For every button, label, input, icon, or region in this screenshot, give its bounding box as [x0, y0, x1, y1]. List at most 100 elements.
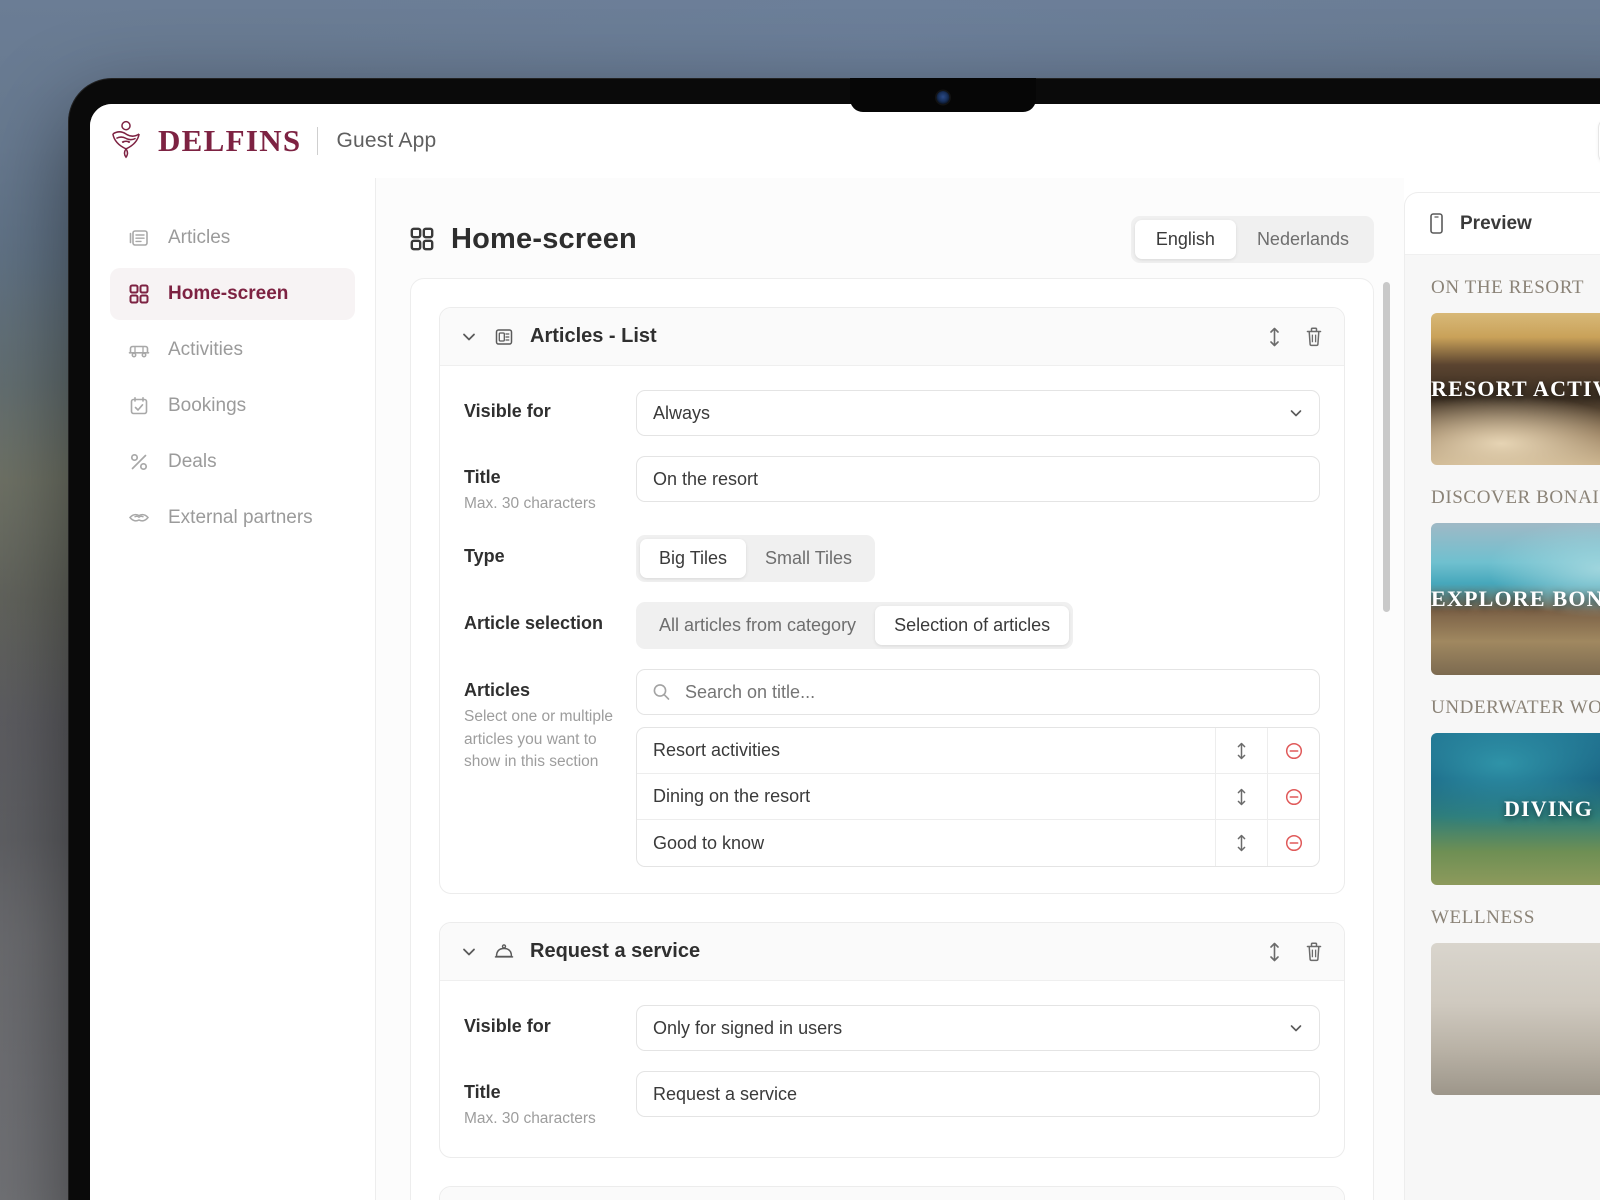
brand-logo[interactable]: DELFINS [104, 120, 301, 162]
remove-article-icon[interactable] [1267, 728, 1319, 774]
chevron-down-icon [1288, 405, 1304, 421]
section-header[interactable]: Articles - List [440, 308, 1344, 366]
field-label-text: Visible for [464, 401, 551, 421]
field-control: On the resort [636, 456, 1320, 502]
visible-for-value[interactable]: Only for signed in users [636, 1005, 1320, 1052]
grid-icon [128, 283, 150, 305]
chevron-down-icon[interactable] [460, 943, 478, 961]
preview-section-heading: ON THE RESORT [1431, 277, 1585, 298]
field-label: Type [464, 535, 636, 567]
delete-icon[interactable] [1304, 326, 1324, 348]
field-control: Always [636, 390, 1320, 436]
sidebar-item-label: Home-screen [168, 283, 289, 304]
drag-handle-icon[interactable] [1267, 326, 1282, 348]
field-hint-text: Max. 30 characters [464, 495, 596, 512]
field-label: Articles Select one or multiple articles… [464, 669, 636, 773]
chevron-down-icon[interactable] [460, 328, 478, 346]
reorder-handle-icon[interactable] [1215, 774, 1267, 820]
section-card-request-a-service: Request a service Visible for Only for s… [439, 922, 1345, 1158]
preview-tile[interactable] [1431, 943, 1600, 1095]
type-option-small-tiles[interactable]: Small Tiles [746, 539, 871, 578]
language-toggle[interactable]: English Nederlands [1130, 215, 1374, 263]
sidebar-item-label: Activities [168, 339, 243, 360]
selected-articles-list: Resort activities Dining on the resort G… [636, 727, 1320, 868]
app-label: Guest App [336, 129, 437, 152]
type-option-big-tiles[interactable]: Big Tiles [640, 539, 747, 579]
article-selection-option-selection[interactable]: Selection of articles [875, 606, 1070, 646]
list-item[interactable]: Dining on the resort [637, 774, 1319, 821]
search-icon [652, 683, 671, 702]
drag-handle-icon[interactable] [1267, 941, 1282, 963]
camera-icon [936, 91, 950, 104]
section-card-articles-list-2: Articles - List [439, 1185, 1345, 1200]
sidebar-item-deals[interactable]: Deals [110, 436, 355, 488]
articles-search-input[interactable] [636, 669, 1320, 716]
title-input[interactable]: On the resort [636, 456, 1320, 502]
preview-tile[interactable]: RESORT ACTIVITIES [1431, 313, 1600, 465]
visible-for-value[interactable]: Always [636, 390, 1320, 436]
reorder-handle-icon[interactable] [1215, 820, 1267, 867]
page-title-wrap: Home-screen [410, 223, 637, 256]
sidebar-item-label: Bookings [168, 395, 247, 416]
field-article-selection: Article selection All articles from cate… [464, 602, 1320, 650]
field-control: All articles from category Selection of … [636, 602, 1320, 650]
phone-icon [1427, 212, 1446, 235]
field-label-text: Article selection [464, 613, 604, 634]
main-content: Home-screen English Nederlands Articles … [376, 178, 1404, 1200]
sidebar-item-articles[interactable]: Articles [110, 212, 355, 264]
language-option-english[interactable]: English [1134, 219, 1236, 259]
sidebar-item-label: Articles [168, 227, 231, 248]
article-selection-segmented-control[interactable]: All articles from category Selection of … [636, 602, 1074, 650]
section-header[interactable]: Articles - List [440, 1186, 1344, 1200]
reorder-handle-icon[interactable] [1215, 728, 1267, 774]
article-selection-option-all-from-category[interactable]: All articles from category [640, 606, 875, 645]
visible-for-select[interactable]: Always [636, 390, 1320, 436]
chevron-down-icon [1288, 1020, 1304, 1036]
preview-tile-caption: DIVING [1503, 796, 1594, 821]
preview-tile[interactable]: EXPLORE BONAIRE'S FLAVOURS [1431, 523, 1600, 675]
visible-for-select[interactable]: Only for signed in users [636, 1005, 1320, 1052]
article-block-icon [494, 328, 514, 346]
article-name: Resort activities [653, 740, 781, 761]
field-label: Title Max. 30 characters [464, 456, 636, 515]
type-segmented-control[interactable]: Big Tiles Small Tiles [636, 535, 876, 583]
sidebar-item-bookings[interactable]: Bookings [110, 380, 355, 432]
list-item[interactable]: Resort activities [637, 728, 1319, 775]
preview-tile[interactable]: DIVING [1431, 733, 1600, 885]
field-label-text: Title [464, 467, 501, 487]
sidebar-item-label: Deals [168, 451, 217, 472]
app-body: Articles Home-screen Activities Bookings… [90, 178, 1600, 1200]
preview-section-heading: UNDERWATER WORLD [1431, 697, 1600, 718]
field-label-text: Visible for [464, 1016, 551, 1037]
title-input[interactable]: Request a service [636, 1071, 1320, 1118]
scrollbar-thumb[interactable] [1383, 282, 1390, 612]
language-option-nederlands[interactable]: Nederlands [1236, 220, 1370, 259]
percent-icon [128, 451, 150, 473]
section-card-articles-list-1: Articles - List Visible for Always Title… [439, 307, 1345, 895]
section-body: Visible for Only for signed in users Tit… [440, 981, 1344, 1156]
field-visible-for: Visible for Only for signed in users [464, 1005, 1320, 1052]
preview-tile-caption: RESORT ACTIVITIES [1431, 376, 1600, 401]
jeep-icon [128, 339, 150, 361]
field-visible-for: Visible for Always [464, 390, 1320, 436]
remove-article-icon[interactable] [1267, 774, 1319, 820]
app-header: DELFINS Guest App [90, 104, 1600, 178]
section-header[interactable]: Request a service [440, 923, 1344, 982]
sidebar-item-home-screen[interactable]: Home-screen [110, 268, 355, 320]
articles-search-box [636, 669, 1320, 716]
preview-panel: Preview ON THE RESORT RESORT ACTIVITIES … [1404, 192, 1600, 1200]
field-control: Resort activities [636, 669, 1320, 868]
field-label: Visible for [464, 1005, 636, 1037]
field-type: Type Big Tiles Small Tiles [464, 535, 1320, 583]
field-articles: Articles Select one or multiple articles… [464, 669, 1320, 868]
handshake-icon [128, 507, 150, 529]
field-control: Only for signed in users [636, 1005, 1320, 1052]
field-label: Title Max. 30 characters [464, 1071, 636, 1130]
remove-article-icon[interactable] [1267, 820, 1319, 867]
field-control: Big Tiles Small Tiles [636, 535, 1320, 583]
sidebar-item-external-partners[interactable]: External partners [110, 492, 355, 544]
delete-icon[interactable] [1304, 941, 1324, 963]
delfins-logo-icon [112, 120, 140, 159]
list-item[interactable]: Good to know [637, 820, 1319, 867]
sidebar-item-activities[interactable]: Activities [110, 324, 355, 376]
